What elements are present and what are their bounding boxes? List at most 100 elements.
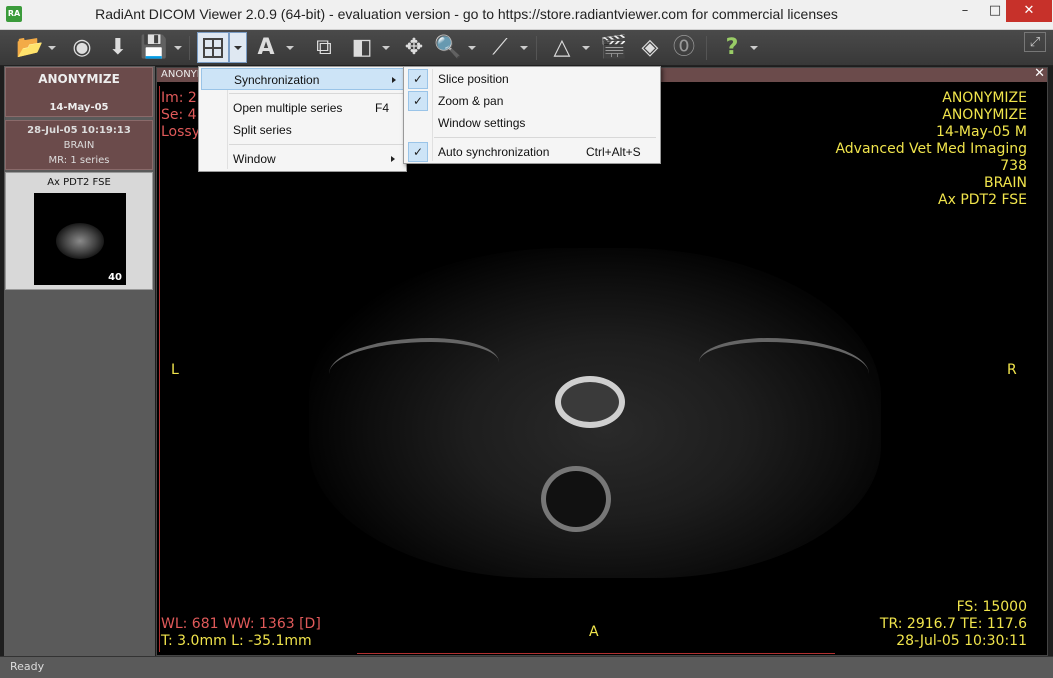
patient-birth-date: 14-May-05 bbox=[49, 102, 109, 113]
overlay-series-desc: Ax PDT2 FSE bbox=[938, 192, 1027, 208]
help-icon[interactable]: ? bbox=[716, 33, 748, 63]
menu-item-label: Zoom & pan bbox=[438, 94, 504, 108]
text-annotation-icon[interactable]: A bbox=[250, 33, 282, 63]
series-title: Ax PDT2 FSE bbox=[47, 177, 111, 188]
overlay-top-right: ANONYMIZE ANONYMIZE 14-May-05 M Advanced… bbox=[835, 90, 1027, 209]
overlay-top-left: Im: 2 Se: 4 Lossy bbox=[161, 90, 200, 141]
thumbnail-scan bbox=[56, 223, 104, 259]
menu-item-synchronization[interactable]: Synchronization bbox=[201, 68, 404, 90]
scale-ruler bbox=[357, 653, 835, 654]
submenu-arrow-icon bbox=[391, 156, 395, 162]
menu-item-open-multiple-series[interactable]: Open multiple series F4 bbox=[201, 97, 404, 119]
orientation-right-marker: R bbox=[1007, 362, 1017, 378]
download-icon[interactable]: ⬇ bbox=[102, 33, 134, 63]
toolbar-separator bbox=[536, 36, 537, 60]
help-dropdown-arrow[interactable] bbox=[750, 46, 758, 50]
close-button[interactable]: ✕ bbox=[1006, 0, 1052, 22]
overlay-bottom-right: FS: 15000 TR: 2916.7 TE: 117.6 28-Jul-05… bbox=[880, 599, 1027, 650]
mri-anatomy-left bbox=[329, 338, 499, 398]
study-datetime: 28-Jul-05 10:19:13 bbox=[27, 125, 131, 136]
viewport-close-icon[interactable]: ✕ bbox=[1034, 67, 1045, 81]
check-icon: ✓ bbox=[408, 69, 428, 89]
menu-item-shortcut: F4 bbox=[375, 101, 390, 115]
cd-dvd-icon[interactable]: ◉ bbox=[66, 33, 98, 63]
layout-dropdown-menu: Synchronization Open multiple series F4 … bbox=[198, 66, 407, 172]
chevron-down-icon bbox=[234, 46, 242, 50]
measure-dropdown-arrow[interactable] bbox=[520, 46, 528, 50]
overlay-compression: Lossy bbox=[161, 124, 200, 140]
toolbar-separator bbox=[189, 36, 190, 60]
overlay-acquisition-time: 28-Jul-05 10:30:11 bbox=[896, 633, 1027, 649]
menu-item-slice-position[interactable]: ✓ Slice position bbox=[406, 68, 658, 90]
orientation-left-marker: L bbox=[171, 362, 179, 378]
menu-item-label: Synchronization bbox=[234, 73, 320, 87]
minimize-button[interactable]: – bbox=[950, 0, 980, 22]
menu-separator bbox=[434, 137, 656, 138]
zoom-icon[interactable]: 🔍 bbox=[432, 33, 464, 63]
menu-item-auto-synchronization[interactable]: ✓ Auto synchronization Ctrl+Alt+S bbox=[406, 141, 658, 163]
menu-item-window[interactable]: Window bbox=[201, 148, 404, 170]
patient-name: ANONYMIZE bbox=[38, 72, 120, 86]
menu-separator bbox=[229, 93, 403, 94]
submenu-arrow-icon bbox=[392, 77, 396, 83]
save-icon[interactable]: 💾 bbox=[138, 33, 170, 63]
series-thumbnail-card[interactable]: Ax PDT2 FSE 40 bbox=[5, 172, 153, 290]
mr-icon[interactable]: ◈ bbox=[634, 33, 666, 63]
orientation-bottom-marker: A bbox=[589, 624, 599, 640]
study-card[interactable]: 28-Jul-05 10:19:13 BRAIN MR: 1 series bbox=[5, 120, 153, 170]
patient-card[interactable]: ANONYMIZE 14-May-05 bbox=[5, 67, 153, 117]
window-title: RadiAnt DICOM Viewer 2.0.9 (64-bit) - ev… bbox=[95, 6, 838, 22]
layout-grid-icon bbox=[203, 38, 223, 58]
overlay-thickness-location: T: 3.0mm L: -35.1mm bbox=[161, 633, 312, 649]
overlay-series-number: Se: 4 bbox=[161, 107, 197, 123]
title-bar: RA RadiAnt DICOM Viewer 2.0.9 (64-bit) -… bbox=[0, 0, 1053, 30]
menu-item-shortcut: Ctrl+Alt+S bbox=[586, 145, 641, 159]
menu-item-label: Split series bbox=[233, 123, 292, 137]
menu-item-zoom-pan[interactable]: ✓ Zoom & pan bbox=[406, 90, 658, 112]
check-icon: ✓ bbox=[408, 142, 428, 162]
mri-spinal-cord bbox=[555, 376, 625, 428]
toolbar: 📂 ◉ ⬇ 💾 A ⧉ ◧ ✥ 🔍 ⟋ △ 🎬 ◈ ⓪ ? ⤢ bbox=[0, 30, 1053, 66]
window-level-dropdown-arrow[interactable] bbox=[382, 46, 390, 50]
menu-item-label: Auto synchronization bbox=[438, 145, 550, 159]
overlay-institution: Advanced Vet Med Imaging bbox=[835, 141, 1027, 157]
mri-scan-image[interactable] bbox=[309, 248, 881, 578]
overlay-image-number: Im: 2 bbox=[161, 90, 197, 106]
menu-item-window-settings[interactable]: Window settings bbox=[406, 112, 658, 134]
layout-dropdown-button[interactable] bbox=[229, 32, 247, 63]
cine-icon[interactable]: 🎬 bbox=[598, 33, 630, 63]
save-dropdown-arrow[interactable] bbox=[174, 46, 182, 50]
study-browser-panel: ANONYMIZE 14-May-05 28-Jul-05 10:19:13 B… bbox=[4, 66, 155, 656]
study-series-count: MR: 1 series bbox=[48, 155, 110, 166]
mpr-dropdown-arrow[interactable] bbox=[582, 46, 590, 50]
mpr-icon[interactable]: △ bbox=[546, 33, 578, 63]
synchronization-submenu: ✓ Slice position ✓ Zoom & pan Window set… bbox=[403, 66, 661, 164]
series-stack-icon[interactable]: ⧉ bbox=[308, 33, 340, 63]
mri-lower-structure bbox=[541, 466, 611, 532]
overlay-bottom-left: WL: 681 WW: 1363 [D] T: 3.0mm L: -35.1mm bbox=[161, 616, 321, 650]
overlay-patient-id: ANONYMIZE bbox=[942, 107, 1027, 123]
menu-item-label: Window settings bbox=[438, 116, 526, 130]
overlay-field-strength: FS: 15000 bbox=[956, 599, 1027, 615]
fullscreen-icon[interactable]: ⤢ bbox=[1024, 32, 1046, 52]
overlay-patient-dob: 14-May-05 M bbox=[936, 124, 1027, 140]
window-level-icon[interactable]: ◧ bbox=[346, 33, 378, 63]
study-description: BRAIN bbox=[63, 140, 95, 151]
mri-anatomy-right bbox=[699, 338, 869, 398]
text-dropdown-arrow[interactable] bbox=[286, 46, 294, 50]
menu-item-label: Open multiple series bbox=[233, 101, 343, 115]
open-folder-icon[interactable]: 📂 bbox=[14, 33, 46, 63]
overlay-tr-te: TR: 2916.7 TE: 117.6 bbox=[879, 616, 1027, 632]
measure-icon[interactable]: ⟋ bbox=[484, 33, 516, 63]
status-text: Ready bbox=[10, 660, 45, 673]
series-image-count: 40 bbox=[108, 272, 122, 283]
menu-item-split-series[interactable]: Split series bbox=[201, 119, 404, 141]
open-dropdown-arrow[interactable] bbox=[48, 46, 56, 50]
fusion-icon[interactable]: ⓪ bbox=[668, 33, 700, 63]
pan-icon[interactable]: ✥ bbox=[398, 33, 430, 63]
status-bar: Ready bbox=[0, 656, 1053, 678]
layout-grid-button[interactable] bbox=[197, 32, 229, 63]
series-thumbnail-image[interactable]: 40 bbox=[34, 193, 126, 285]
toolbar-separator bbox=[706, 36, 707, 60]
zoom-dropdown-arrow[interactable] bbox=[468, 46, 476, 50]
